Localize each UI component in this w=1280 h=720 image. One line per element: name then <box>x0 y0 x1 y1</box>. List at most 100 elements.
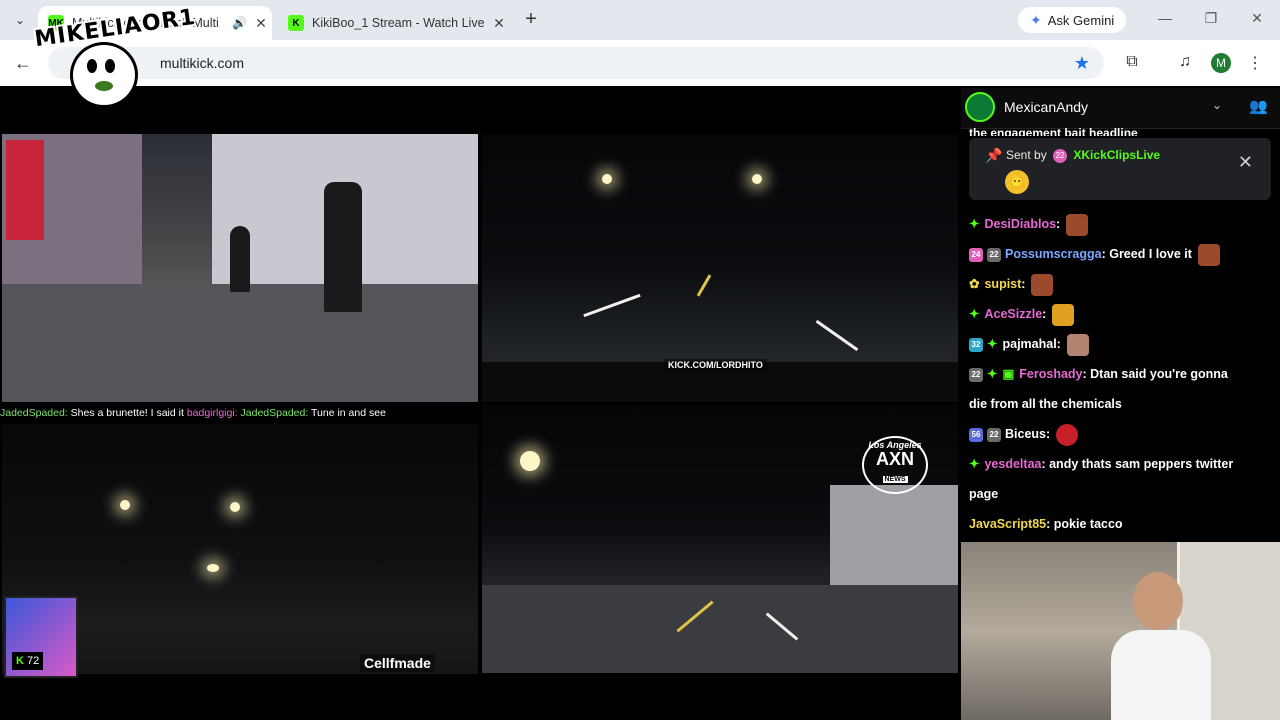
chat-message: ✦ AceSizzle: <box>969 299 1075 329</box>
stream-watermark: Cellfmade <box>360 654 435 672</box>
chat-text: Greed I love it <box>1109 247 1192 261</box>
chat-message: 56 22 Biceus: <box>969 419 1079 449</box>
streamer-figure <box>1111 572 1211 720</box>
minimize-icon[interactable]: — <box>1150 10 1180 30</box>
sub-badge: 24 <box>969 247 983 262</box>
chat-username[interactable]: yesdeltaa <box>984 457 1041 471</box>
lane-marking <box>815 319 859 352</box>
tab-title: KikiBoo_1 Stream - Watch Live o <box>312 16 488 30</box>
chat-message: ✦ DesiDiablos: <box>969 209 1089 239</box>
streamer-logo-overlay: MIKELIAOR1 <box>33 5 197 108</box>
chat-username[interactable]: pajmahal <box>1002 337 1056 351</box>
chat-text: pokie tacco <box>1053 517 1123 531</box>
profile-avatar[interactable]: M <box>1211 53 1231 73</box>
streetlight <box>602 174 612 184</box>
emote-icon <box>1031 273 1054 296</box>
new-tab-button[interactable]: + <box>520 9 542 31</box>
streetlight <box>120 500 130 510</box>
chat-message-continuation: die from all the chemicals <box>969 397 1122 411</box>
chat-username[interactable]: AceSizzle <box>984 307 1042 321</box>
kick-logo-icon: K <box>16 655 24 667</box>
sent-by-line: Sent by 22 XKickClipsLive <box>1006 148 1160 163</box>
kick-favicon-icon: K <box>288 15 304 31</box>
chat-username[interactable]: Possumscragga <box>1005 247 1102 261</box>
channel-avatar[interactable] <box>965 92 995 122</box>
chat-username[interactable]: Biceus <box>1005 427 1046 441</box>
stream-player-1[interactable] <box>2 134 478 402</box>
close-tab-icon[interactable]: ✕ <box>488 15 510 32</box>
tab-search-chevron-icon[interactable]: ⌄ <box>8 8 32 32</box>
sparkle-badge-icon: ✦ <box>969 457 980 471</box>
emote-icon <box>1066 213 1089 236</box>
axn-news-logo: Los Angeles AXN NEWS <box>862 436 928 494</box>
sub-badge: 22 <box>1053 148 1068 163</box>
close-icon[interactable]: ✕ <box>1238 152 1253 173</box>
emote-icon <box>1197 243 1220 266</box>
sparkle-badge-icon: ✦ <box>987 337 998 351</box>
chat-message-partial: the engagement bait headline <box>969 126 1138 136</box>
chat-message: 22 ✦ ▣ Feroshady: Dtan said you're gonna <box>969 359 1228 389</box>
gemini-sparkle-icon: ✦ <box>1030 11 1042 28</box>
viewer-count-badge: K 72 <box>12 652 44 670</box>
streetlight <box>520 451 540 471</box>
sent-by-label: Sent by <box>1006 148 1047 162</box>
sub-badge: 22 <box>987 247 1001 262</box>
ticker-text: Shes a brunette! I said it <box>67 407 187 419</box>
ask-gemini-button[interactable]: ✦ Ask Gemini <box>1018 7 1127 33</box>
tab-kikiboo[interactable]: K KikiBoo_1 Stream - Watch Live o ✕ <box>278 6 510 40</box>
streamer-head <box>1133 572 1183 630</box>
users-icon[interactable]: 👥 <box>1249 97 1268 115</box>
chevron-down-icon[interactable]: ⌄ <box>1212 98 1222 112</box>
ticker-user: JadedSpaded: <box>0 407 68 419</box>
stream-watermark: KICK.COM/LORDHITO <box>664 359 767 371</box>
emote-icon <box>1056 423 1079 446</box>
road <box>482 585 958 673</box>
pinned-sender[interactable]: XKickClipsLive <box>1073 148 1160 162</box>
emote-icon <box>1066 333 1089 356</box>
ticker-user: badgirlgigi: <box>186 407 238 419</box>
webcam-feed <box>961 542 1280 720</box>
building-right <box>830 485 958 595</box>
close-window-icon[interactable]: ✕ <box>1242 10 1272 30</box>
chat-username[interactable]: JavaScript85 <box>969 517 1046 531</box>
streetlight <box>230 502 240 512</box>
chat-message: ✿ supist: <box>969 269 1054 299</box>
sparkle-badge-icon: ✦ <box>987 367 998 381</box>
speaker-icon[interactable]: 🔊 <box>232 16 250 30</box>
neon-sign <box>6 140 44 240</box>
extensions-puzzle-icon[interactable]: ⧉ <box>1121 53 1143 75</box>
sparkle-badge-icon: ✦ <box>969 217 980 231</box>
pinned-message: 📌 Sent by 22 XKickClipsLive ✕ 😶 <box>969 138 1271 200</box>
streetlight <box>752 174 762 184</box>
chat-text: andy thats sam peppers twitter <box>1049 457 1234 471</box>
media-control-icon[interactable]: ♫ <box>1174 53 1196 75</box>
cartoon-mascot-icon <box>70 42 138 108</box>
axn-logo-news: NEWS <box>882 476 908 483</box>
sidewalk <box>2 284 478 402</box>
sub-badge: 56 <box>969 427 983 442</box>
emote-icon: 😶 <box>1005 170 1029 194</box>
chat-username[interactable]: supist <box>984 277 1021 291</box>
address-bar[interactable]: multikick.com ★ <box>48 47 1104 79</box>
axn-logo-big: AXN <box>875 449 914 469</box>
chat-username[interactable]: Feroshady <box>1019 367 1082 381</box>
chat-message: 32 ✦ pajmahal: <box>969 329 1089 359</box>
back-arrow-icon[interactable]: ← <box>12 52 34 74</box>
chat-message: 24 22 Possumscragga: Greed I love it <box>969 239 1220 269</box>
close-tab-icon[interactable]: ✕ <box>250 15 272 32</box>
sub-badge: 22 <box>987 427 1001 442</box>
emote-icon <box>1052 303 1075 326</box>
bookmark-star-icon[interactable]: ★ <box>1074 53 1090 74</box>
more-menu-icon[interactable]: ⋮ <box>1244 53 1266 75</box>
ticker-text: Tune in and see <box>308 407 386 419</box>
sparkle-badge-icon: ✦ <box>969 307 980 321</box>
chat-message: JavaScript85: pokie tacco <box>969 517 1123 531</box>
chat-username[interactable]: DesiDiablos <box>984 217 1056 231</box>
ticker-user: JadedSpaded: <box>240 407 309 419</box>
channel-name[interactable]: MexicanAndy <box>1004 99 1088 115</box>
streamer-shirt <box>1111 630 1211 720</box>
restore-icon[interactable]: ❐ <box>1196 10 1226 30</box>
viewer-count: 72 <box>26 655 40 667</box>
chat-text: Dtan said you're gonna <box>1090 367 1228 381</box>
gift-badge-icon: ▣ <box>1002 367 1015 381</box>
